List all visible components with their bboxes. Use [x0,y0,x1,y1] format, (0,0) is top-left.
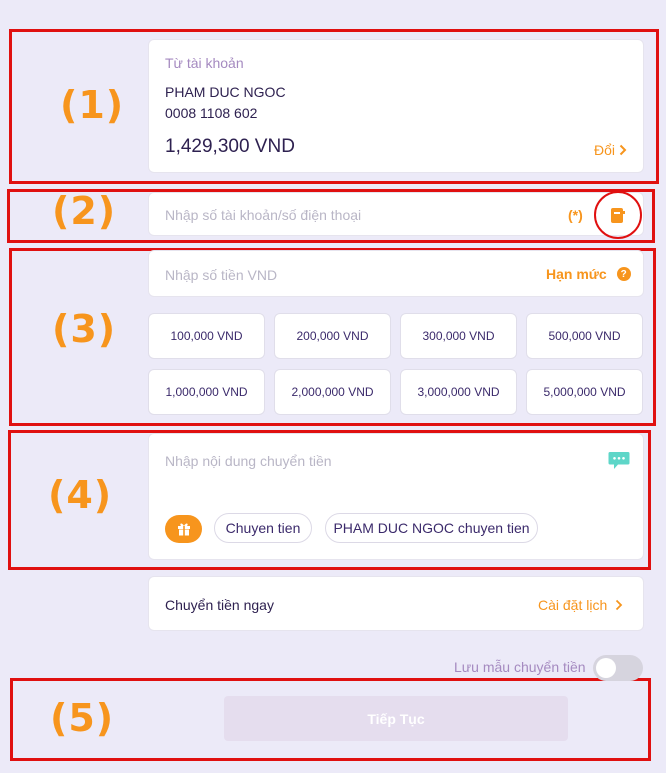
continue-button[interactable]: Tiếp Tục [224,696,568,741]
step-label-5: (5) [50,696,115,740]
account-holder-name: PHAM DUC NGOC [165,84,286,100]
content-placeholder: Nhập nội dung chuyển tiền [165,453,332,469]
required-mark: (*) [568,207,583,223]
quick-amount-3m[interactable]: 3,000,000 VND [400,369,517,415]
help-icon: ? [616,267,631,281]
save-template-label: Lưu mẫu chuyển tiền [454,659,586,675]
step-label-4: (4) [48,473,113,517]
chat-icon[interactable] [608,451,630,476]
set-schedule-label: Cài đặt lịch [538,597,608,613]
limit-label: Hạn mức [546,266,607,282]
content-suggestion-1[interactable]: Chuyen tien [214,513,312,543]
quick-amount-300k[interactable]: 300,000 VND [400,313,517,359]
chevron-right-icon [619,144,627,156]
content-suggestion-2[interactable]: PHAM DUC NGOC chuyen tien [325,513,538,543]
transfer-now-label: Chuyển tiền ngay [165,597,274,613]
gift-button[interactable] [165,515,202,543]
contact-book-button[interactable] [594,191,642,239]
set-schedule-link[interactable]: Cài đặt lịch [538,597,623,613]
quick-amount-100k[interactable]: 100,000 VND [148,313,265,359]
save-template-toggle[interactable] [593,655,643,681]
account-balance: 1,429,300 VND [165,136,295,157]
quick-amount-500k[interactable]: 500,000 VND [526,313,643,359]
schedule-row[interactable]: Chuyển tiền ngay Cài đặt lịch [148,576,644,631]
step-label-3: (3) [52,307,117,351]
limit-link[interactable]: Hạn mức ? [546,266,631,282]
gift-icon [177,522,191,536]
source-account-label: Từ tài khoản [165,55,244,71]
contact-book-icon [610,207,626,224]
recipient-input[interactable]: Nhập số tài khoản/số điện thoại (*) [148,192,644,236]
change-account-label: Đổi [594,142,616,158]
step-label-1: (1) [60,83,125,127]
chevron-right-icon [615,599,623,611]
quick-amount-5m[interactable]: 5,000,000 VND [526,369,643,415]
change-account-link[interactable]: Đổi [594,142,627,158]
step-label-2: (2) [52,189,117,233]
quick-amount-1m[interactable]: 1,000,000 VND [148,369,265,415]
quick-amount-2m[interactable]: 2,000,000 VND [274,369,391,415]
quick-amount-200k[interactable]: 200,000 VND [274,313,391,359]
recipient-placeholder: Nhập số tài khoản/số điện thoại [165,207,362,223]
toggle-knob [596,658,616,678]
source-account-card: Từ tài khoản PHAM DUC NGOC 0008 1108 602… [148,39,644,173]
amount-placeholder: Nhập số tiền VND [165,267,278,283]
amount-input[interactable]: Nhập số tiền VND Hạn mức ? [148,250,644,297]
account-number: 0008 1108 602 [165,105,258,121]
continue-label: Tiếp Tục [367,710,425,727]
